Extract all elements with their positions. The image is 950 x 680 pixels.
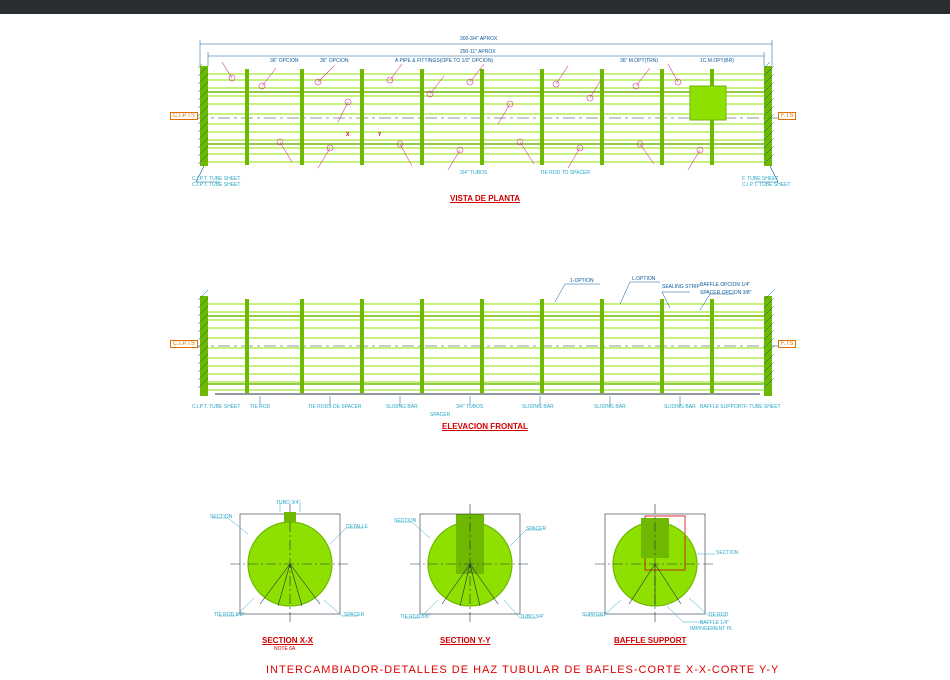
baffle-lbl-c: TIE ROD [708,612,728,618]
secxx-lbl-d: SPACER [344,612,364,618]
secyy-lbl-a: SECTION [394,518,416,524]
secxx-sub: NOTE 6A [274,646,295,652]
baffle-lbl-a: SECTION [716,550,738,556]
drawing-canvas: C.I.P.TS F.TS 300-3/4" APROX 290-11" APR… [0,14,950,680]
baffle-title: BAFFLE SUPPORT [614,636,686,645]
secxx-lbl-a: SECTION [210,514,232,520]
baffle-lbl-e: IMPINGEMENT PL [690,626,733,632]
secxx-lbl-c: TIE ROD 5/8" [214,612,244,618]
page-title: INTERCAMBIADOR-DETALLES DE HAZ TUBULAR D… [266,664,779,676]
secxx-lbl-e: TUBO 3/4" [276,500,300,506]
baffle-lbl-b: SUPPORT [582,612,606,618]
secyy-title: SECTION Y-Y [440,636,491,645]
sections-svg [0,14,950,680]
secxx-title: SECTION X-X [262,636,313,645]
secxx-lbl-b: DETALLE [346,524,368,530]
secyy-lbl-d: TUBO 3/4" [520,614,544,620]
secyy-lbl-c: TIE ROD 5/8" [400,614,430,620]
app-header-bar [0,0,950,14]
secyy-lbl-b: SPACER [526,526,546,532]
